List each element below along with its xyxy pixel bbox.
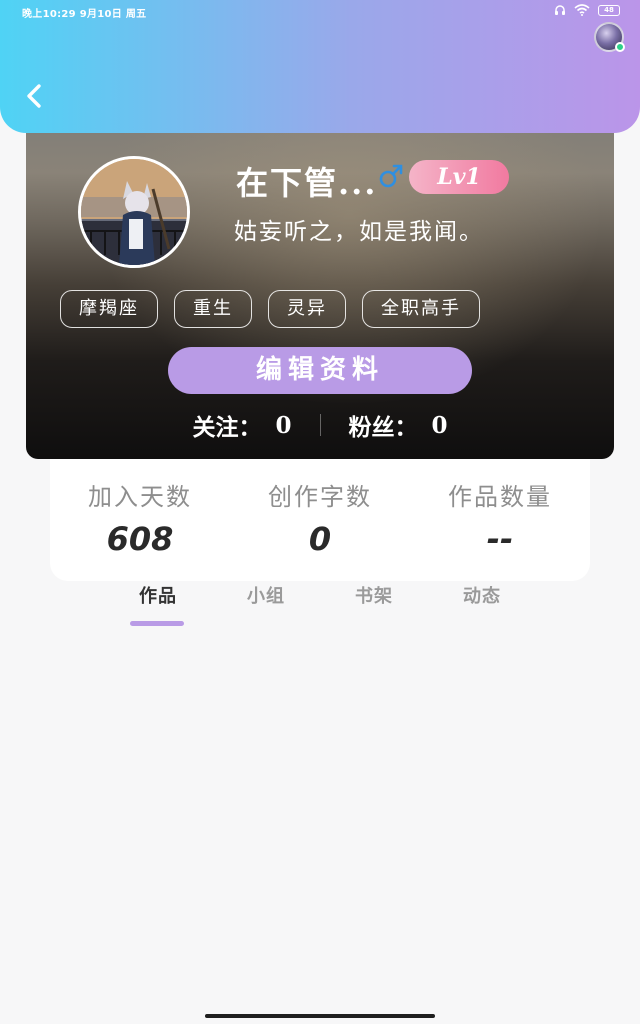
bio-text: 姑妄听之，如是我闻。 <box>234 219 484 245</box>
stats-card: 加入天数 608 创作字数 0 作品数量 -- <box>50 459 590 581</box>
tag-item[interactable]: 全职高手 <box>362 290 480 328</box>
follow-divider <box>319 414 321 436</box>
back-arrow-icon[interactable] <box>20 80 48 112</box>
followers-label: 粉丝： <box>348 414 418 441</box>
wifi-icon <box>574 4 590 16</box>
username: 在下管... <box>236 164 378 202</box>
tag-item[interactable]: 摩羯座 <box>60 290 158 328</box>
tab-works[interactable]: 作品 <box>104 582 212 608</box>
tag-item[interactable]: 重生 <box>174 290 252 328</box>
profile-page: 晚上10:29 9月10日 周五 48 在下管... Lv1 姑妄听之，如是我闻… <box>0 0 640 1024</box>
tag-list: 摩羯座 重生 灵异 全职高手 <box>60 290 480 328</box>
level-badge: Lv1 <box>409 160 509 194</box>
followers-stat[interactable]: 粉丝： 0 <box>349 408 448 442</box>
header-avatar[interactable] <box>594 22 625 52</box>
status-time: 晚上10:29 9月10日 周五 <box>22 9 147 20</box>
tag-item[interactable]: 灵异 <box>268 290 346 328</box>
header-bar: 晚上10:29 9月10日 周五 48 <box>0 0 640 133</box>
tab-groups[interactable]: 小组 <box>212 582 320 608</box>
avatar[interactable] <box>78 156 190 268</box>
stat-works-count: 作品数量 -- <box>410 459 590 581</box>
edit-profile-button[interactable]: 编辑资料 <box>168 347 472 394</box>
active-tab-indicator <box>130 621 184 626</box>
male-gender-icon <box>379 164 403 188</box>
headphones-icon <box>555 5 565 15</box>
avatar-illustration <box>81 159 187 265</box>
following-label: 关注： <box>192 414 262 441</box>
followers-count: 0 <box>431 411 448 439</box>
following-count: 0 <box>275 411 292 439</box>
status-icons: 48 <box>554 4 620 16</box>
follow-stats: 关注： 0 粉丝： 0 <box>26 408 614 442</box>
tab-activity[interactable]: 动态 <box>428 582 536 608</box>
stat-value: 0 <box>308 520 332 558</box>
stat-value: 608 <box>106 520 174 558</box>
home-indicator[interactable] <box>205 1014 435 1018</box>
profile-card: 在下管... Lv1 姑妄听之，如是我闻。 摩羯座 重生 灵异 全职高手 编辑资… <box>26 110 614 459</box>
stat-word-count: 创作字数 0 <box>230 459 410 581</box>
online-dot-icon <box>615 42 625 52</box>
stat-label: 作品数量 <box>448 483 552 511</box>
stat-label: 创作字数 <box>268 483 372 511</box>
stat-label: 加入天数 <box>88 483 192 511</box>
stat-value: -- <box>486 520 514 558</box>
battery-icon: 48 <box>598 4 620 16</box>
following-stat[interactable]: 关注： 0 <box>192 408 291 442</box>
tab-bookshelf[interactable]: 书架 <box>320 582 428 608</box>
stat-join-days: 加入天数 608 <box>50 459 230 581</box>
